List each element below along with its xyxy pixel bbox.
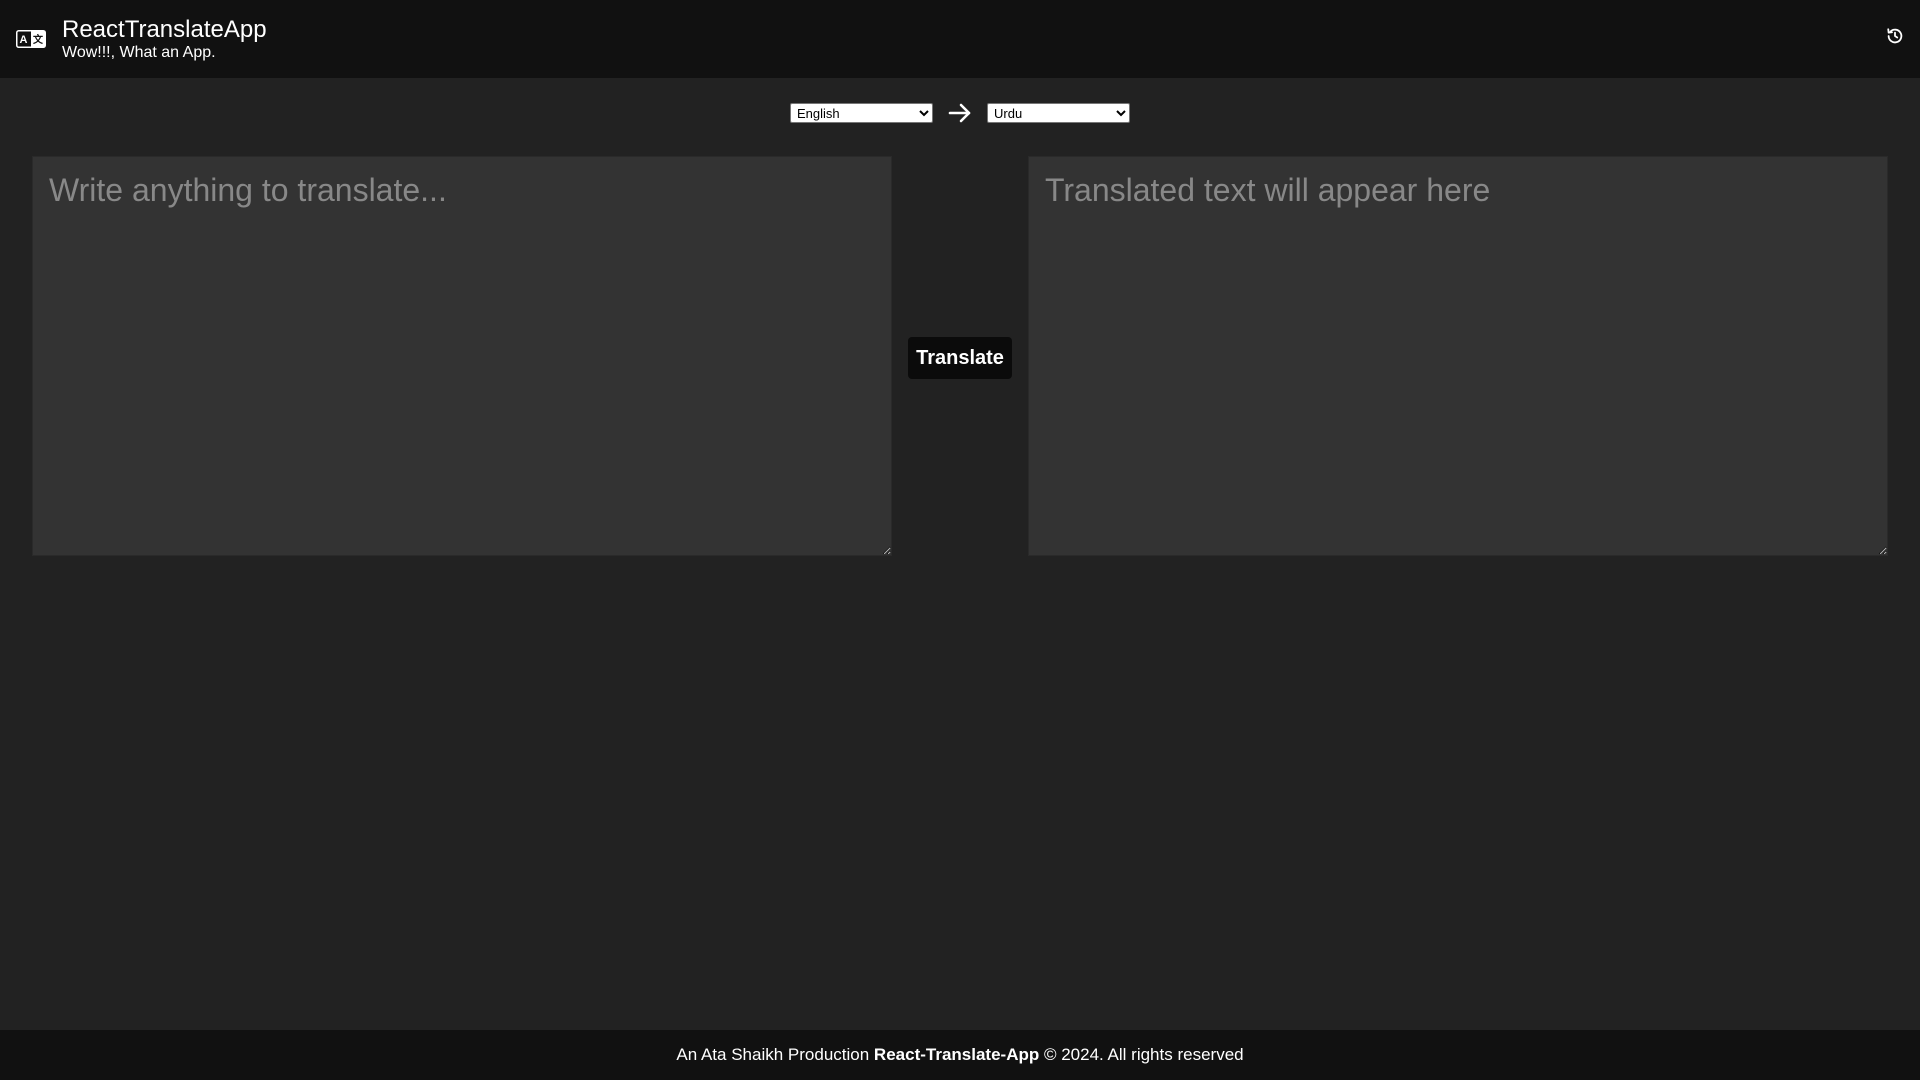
svg-text:A: A <box>20 34 28 46</box>
footer-app-name: React-Translate-App <box>873 1045 1040 1064</box>
translate-button[interactable]: Translate <box>908 337 1012 379</box>
footer-copyright: © 2024. All rights reserved <box>1039 1045 1244 1064</box>
history-button[interactable] <box>1884 27 1906 49</box>
history-icon <box>1886 27 1904 50</box>
footer-prefix: An Ata Shaikh Production <box>676 1045 874 1064</box>
source-text-input[interactable] <box>32 156 892 556</box>
brand: ReactTranslateApp Wow!!!, What an App. <box>62 16 267 62</box>
app-subtitle: Wow!!!, What an App. <box>62 44 216 61</box>
language-bar: English Urdu <box>0 96 1920 130</box>
app-root: A 文 ReactTranslateApp Wow!!!, What an Ap… <box>0 0 1920 1080</box>
svg-text:文: 文 <box>33 33 44 46</box>
target-language-select[interactable]: Urdu <box>987 103 1130 123</box>
app-footer: An Ata Shaikh Production React-Translate… <box>0 1030 1920 1080</box>
source-language-select[interactable]: English <box>790 103 933 123</box>
app-title: ReactTranslateApp <box>62 16 267 43</box>
app-header: A 文 ReactTranslateApp Wow!!!, What an Ap… <box>0 0 1920 78</box>
translate-icon: A 文 <box>16 29 46 49</box>
arrow-right-icon[interactable] <box>933 96 987 130</box>
translated-text-output[interactable] <box>1028 156 1888 556</box>
